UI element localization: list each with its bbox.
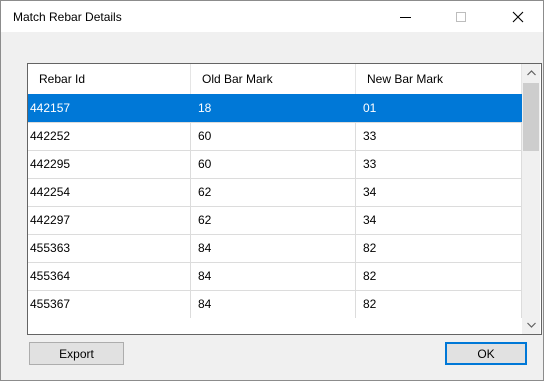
cell-rebar-id[interactable]: 455364: [28, 263, 191, 290]
cell-rebar-id[interactable]: 455367: [28, 291, 191, 318]
column-header-new-bar-mark[interactable]: New Bar Mark: [356, 64, 522, 94]
cell-old-bar-mark[interactable]: 84: [191, 291, 356, 318]
cell-new-bar-mark[interactable]: 33: [356, 123, 522, 150]
chevron-up-icon: [526, 70, 536, 76]
cell-old-bar-mark[interactable]: 84: [191, 263, 356, 290]
column-header-old-bar-mark[interactable]: Old Bar Mark: [191, 64, 356, 94]
cell-new-bar-mark[interactable]: 82: [356, 291, 522, 318]
cell-rebar-id[interactable]: 442295: [28, 151, 191, 178]
minimize-icon: [399, 17, 411, 18]
cell-new-bar-mark[interactable]: 34: [356, 207, 522, 234]
minimize-button[interactable]: [382, 1, 428, 32]
cell-old-bar-mark[interactable]: 62: [191, 207, 356, 234]
cell-rebar-id[interactable]: 442297: [28, 207, 191, 234]
cell-rebar-id[interactable]: 442157: [28, 95, 191, 122]
close-icon: [512, 11, 524, 22]
cell-rebar-id[interactable]: 455363: [28, 235, 191, 262]
table-row[interactable]: 442252 60 33: [28, 122, 522, 150]
cell-old-bar-mark[interactable]: 60: [191, 151, 356, 178]
cell-old-bar-mark[interactable]: 18: [191, 95, 356, 122]
cell-rebar-id[interactable]: 442254: [28, 179, 191, 206]
column-header-rebar-id[interactable]: Rebar Id: [28, 64, 191, 94]
grid-header: Rebar Id Old Bar Mark New Bar Mark: [28, 64, 522, 94]
cell-rebar-id[interactable]: 442252: [28, 123, 191, 150]
table-row[interactable]: 455364 84 82: [28, 262, 522, 290]
table-row[interactable]: 455363 84 82: [28, 234, 522, 262]
maximize-button[interactable]: [438, 1, 484, 32]
scrollbar-thumb[interactable]: [523, 83, 539, 151]
scroll-down-button[interactable]: [522, 316, 540, 334]
table-row[interactable]: 442295 60 33: [28, 150, 522, 178]
table-row[interactable]: 442254 62 34: [28, 178, 522, 206]
vertical-scrollbar[interactable]: [522, 64, 540, 334]
rebar-grid[interactable]: Rebar Id Old Bar Mark New Bar Mark 44215…: [27, 63, 542, 335]
ok-button[interactable]: OK: [445, 342, 527, 365]
match-rebar-details-dialog: Match Rebar Details Rebar Id Old Bar Mar…: [0, 0, 544, 381]
cell-new-bar-mark[interactable]: 01: [356, 95, 522, 122]
chevron-down-icon: [526, 322, 536, 328]
cell-new-bar-mark[interactable]: 34: [356, 179, 522, 206]
window-title: Match Rebar Details: [13, 10, 122, 24]
scroll-up-button[interactable]: [522, 64, 540, 82]
export-button[interactable]: Export: [29, 342, 124, 365]
table-row[interactable]: 442297 62 34: [28, 206, 522, 234]
cell-new-bar-mark[interactable]: 33: [356, 151, 522, 178]
cell-old-bar-mark[interactable]: 84: [191, 235, 356, 262]
table-row[interactable]: 455367 84 82: [28, 290, 522, 318]
cell-old-bar-mark[interactable]: 62: [191, 179, 356, 206]
close-button[interactable]: [495, 1, 541, 32]
cell-old-bar-mark[interactable]: 60: [191, 123, 356, 150]
cell-new-bar-mark[interactable]: 82: [356, 263, 522, 290]
cell-new-bar-mark[interactable]: 82: [356, 235, 522, 262]
title-bar[interactable]: Match Rebar Details: [1, 1, 543, 32]
table-row[interactable]: 442157 18 01: [28, 94, 522, 122]
maximize-icon: [456, 11, 466, 22]
